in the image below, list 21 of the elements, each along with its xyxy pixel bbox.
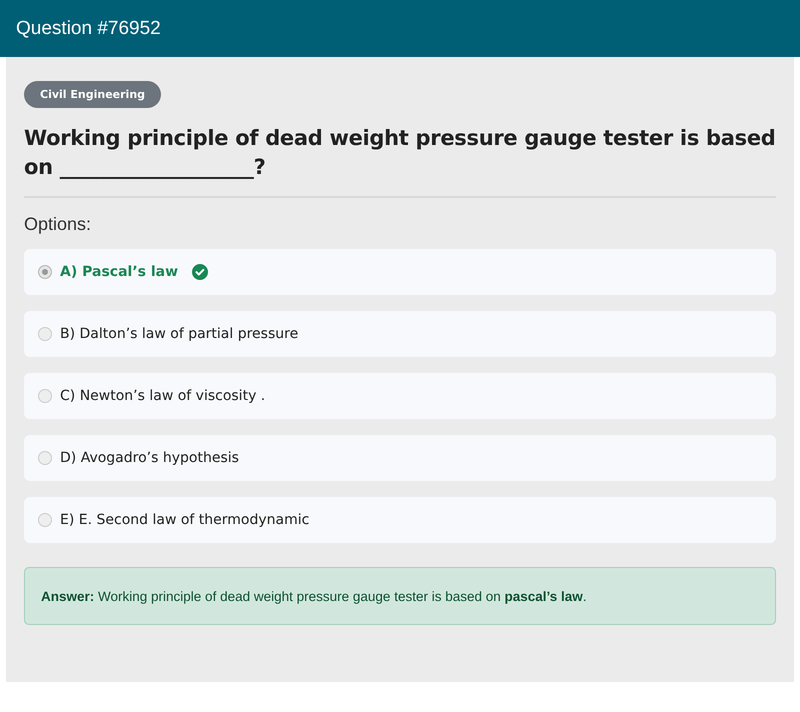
option-text: E) E. Second law of thermodynamic — [60, 512, 310, 528]
check-circle-icon — [192, 264, 208, 280]
option-item[interactable]: E) E. Second law of thermodynamic — [24, 497, 776, 543]
radio-button[interactable] — [38, 451, 52, 465]
option-item[interactable]: C) Newton’s law of viscosity . — [24, 373, 776, 419]
option-item[interactable]: B) Dalton’s law of partial pressure — [24, 311, 776, 357]
option-text: D) Avogadro’s hypothesis — [60, 450, 239, 466]
option-text: C) Newton’s law of viscosity . — [60, 388, 266, 404]
question-title: Question #76952 — [16, 18, 161, 40]
radio-button[interactable] — [38, 389, 52, 403]
question-text: Working principle of dead weight pressure gauge tester is based on ___________________? — [24, 125, 776, 181]
radio-button[interactable] — [38, 327, 52, 341]
options-label: Options: — [24, 214, 92, 235]
option-text: B) Dalton’s law of partial pressure — [60, 326, 298, 342]
answer-text: Answer: Working principle of dead weight pressure gauge tester is based on pascal’s law. — [41, 588, 587, 604]
category-badge: Civil Engineering — [24, 81, 162, 108]
option-item[interactable]: A) Pascal’s law — [24, 249, 776, 295]
option-item[interactable]: D) Avogadro’s hypothesis — [24, 435, 776, 481]
radio-button[interactable] — [38, 265, 52, 279]
radio-button[interactable] — [38, 513, 52, 527]
option-text: A) Pascal’s law — [60, 264, 178, 280]
